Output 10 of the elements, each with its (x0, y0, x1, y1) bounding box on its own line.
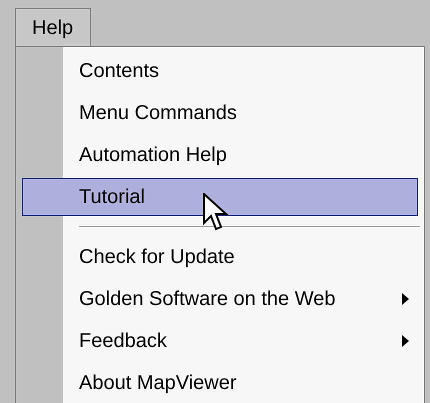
menu-item[interactable]: Golden Software on the Web (22, 280, 418, 318)
menu-item[interactable]: Automation Help (22, 136, 418, 174)
menu-item[interactable]: Feedback (22, 322, 418, 360)
menu-item[interactable]: Contents (22, 52, 418, 90)
menu-item[interactable]: Check for Update (22, 238, 418, 276)
menu-item[interactable]: Tutorial (22, 178, 418, 216)
menu-item[interactable]: About MapViewer (22, 364, 418, 402)
help-menu-title[interactable]: Help (15, 8, 91, 46)
mouse-pointer-icon (203, 193, 229, 233)
menu-item[interactable]: Menu Commands (22, 94, 418, 132)
